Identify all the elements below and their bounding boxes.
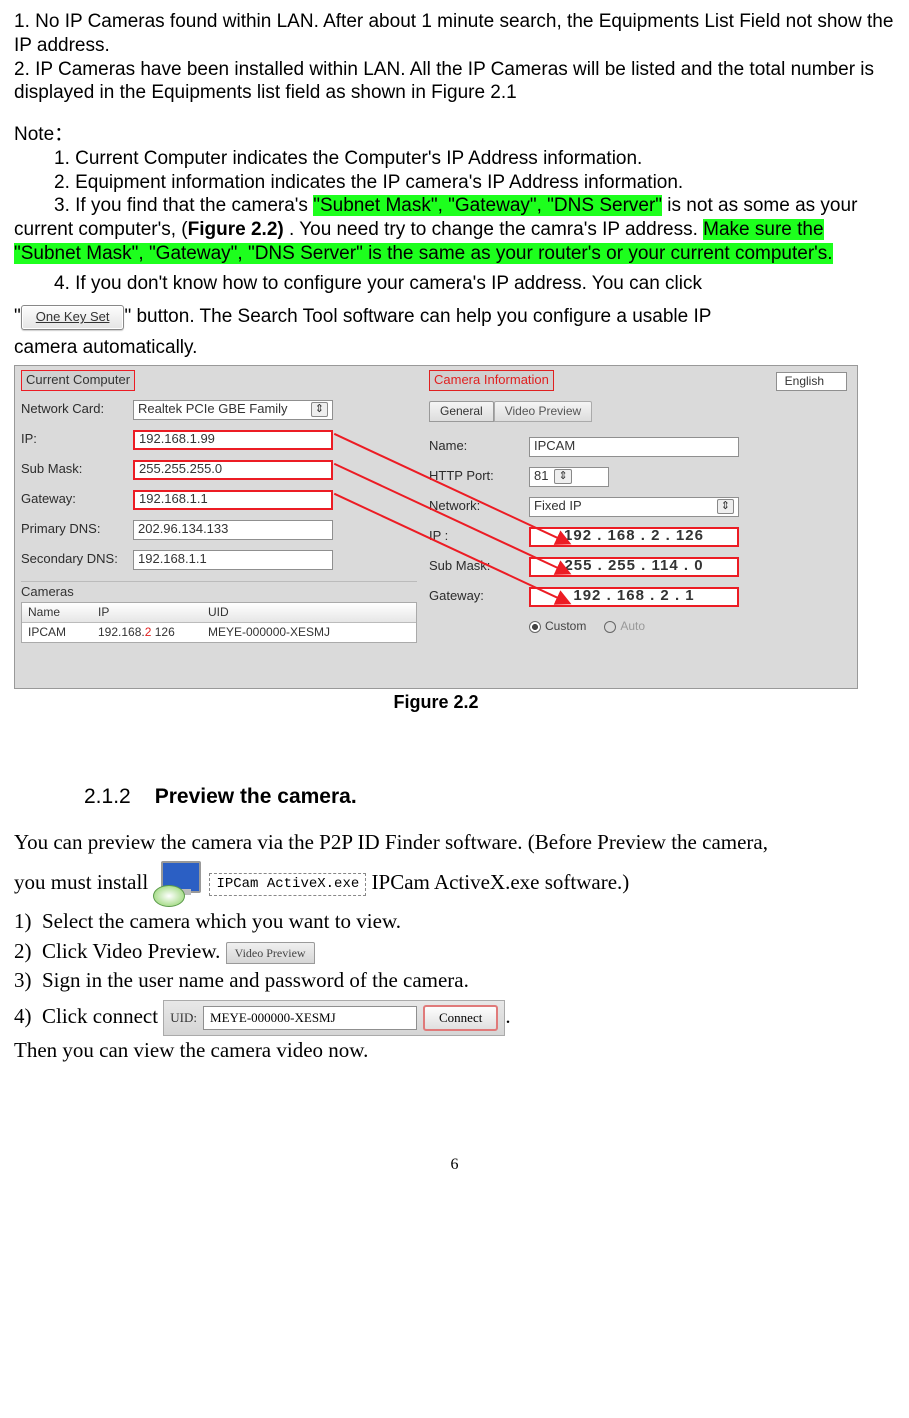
page-number: 6 — [14, 1155, 895, 1175]
col-ip: IP — [92, 603, 202, 622]
activex-installer[interactable]: IPCam ActiveX.exe — [153, 861, 366, 907]
note-4-line3: camera automatically. — [14, 336, 895, 360]
network-card-label: Network Card: — [21, 401, 133, 417]
row-name: IPCAM — [22, 623, 92, 642]
note-1: 1. Current Computer indicates the Comput… — [14, 147, 895, 171]
activex-filename: IPCam ActiveX.exe — [209, 873, 366, 897]
note-label: Note： — [14, 123, 895, 147]
radio-custom[interactable]: Custom — [529, 619, 586, 634]
figure-2-2: English Current Computer Network Card:Re… — [14, 365, 858, 714]
intro-p2: 2. IP Cameras have been installed within… — [14, 58, 895, 106]
row-uid: MEYE-000000-XESMJ — [202, 623, 416, 642]
current-ip-field[interactable]: 192.168.1.99 — [133, 430, 333, 450]
section-number: 2.1.2 — [84, 785, 131, 808]
preview-p1b: you must install IPCam ActiveX.exe IPCam… — [14, 861, 895, 907]
one-key-set-button[interactable]: One Key Set — [21, 305, 125, 329]
note-3-highlight-1: "Subnet Mask", "Gateway", "DNS Server" — [313, 195, 662, 216]
col-name: Name — [22, 603, 92, 622]
note-3-post: . You need try to change the camra's IP … — [284, 219, 703, 240]
current-gateway-field[interactable]: 192.168.1.1 — [133, 490, 333, 510]
table-row[interactable]: IPCAM 192.168.2 126 MEYE-000000-XESMJ — [22, 623, 416, 642]
current-computer-title: Current Computer — [21, 370, 135, 390]
connect-button[interactable]: Connect — [423, 1005, 498, 1031]
step-1: 1) Select the camera which you want to v… — [14, 907, 895, 936]
preview-last: Then you can view the camera video now. — [14, 1036, 895, 1065]
http-port-field[interactable]: 81 — [529, 467, 609, 487]
intro-p1: 1. No IP Cameras found within LAN. After… — [14, 10, 895, 58]
video-preview-tab-button[interactable]: Video Preview — [226, 942, 315, 965]
note-4-line1: 4. If you don't know how to configure yo… — [14, 272, 895, 296]
section-2-1-2-heading: 2.1.2 Preview the camera. — [84, 784, 895, 810]
step-3: 3) Sign in the user name and password of… — [14, 966, 895, 995]
note-3: 3. If you find that the camera's "Subnet… — [14, 194, 895, 265]
primary-dns-field[interactable]: 202.96.134.133 — [133, 520, 333, 540]
col-uid: UID — [202, 603, 416, 622]
cam-gateway-field[interactable]: 192 . 168 . 2 . 1 — [529, 587, 739, 607]
step-2: 2) Click Video Preview. Video Preview — [14, 937, 895, 966]
current-submask-field[interactable]: 255.255.255.0 — [133, 460, 333, 480]
gateway-label: Gateway: — [21, 491, 133, 507]
activex-icon — [153, 861, 203, 907]
ip-label: IP: — [21, 431, 133, 447]
cam-name-field[interactable]: IPCAM — [529, 437, 739, 457]
cam-name-label: Name: — [429, 438, 529, 454]
camera-info-title: Camera Information — [429, 370, 554, 390]
cam-submask-field[interactable]: 255 . 255 . 114 . 0 — [529, 557, 739, 577]
cam-submask-label: Sub Mask: — [429, 558, 529, 574]
note-3-figref: Figure 2.2) — [188, 219, 284, 240]
cam-ip-field[interactable]: 192 . 168 . 2 . 126 — [529, 527, 739, 547]
uid-label: UID: — [170, 1009, 197, 1027]
cam-gateway-label: Gateway: — [429, 588, 529, 604]
preview-p1a: You can preview the camera via the P2P I… — [14, 828, 895, 857]
preview-p1c: IPCam ActiveX.exe software.) — [372, 870, 630, 894]
cam-ip-label: IP : — [429, 528, 529, 544]
figure-2-2-caption: Figure 2.2 — [14, 691, 858, 714]
note-3-pre: 3. If you find that the camera's — [14, 195, 313, 216]
tab-video-preview[interactable]: Video Preview — [494, 401, 593, 422]
cameras-table: Name IP UID IPCAM 192.168.2 126 MEYE-000… — [21, 602, 417, 643]
note-4-post-a: " button. The Search Tool software can h… — [124, 306, 711, 327]
network-select[interactable]: Fixed IP — [529, 497, 739, 517]
network-label: Network: — [429, 498, 529, 514]
secondary-dns-field[interactable]: 192.168.1.1 — [133, 550, 333, 570]
tab-general[interactable]: General — [429, 401, 494, 422]
connect-panel: UID: MEYE-000000-XESMJ Connect — [163, 1000, 505, 1036]
uid-field[interactable]: MEYE-000000-XESMJ — [203, 1006, 417, 1030]
secondary-dns-label: Secondary DNS: — [21, 551, 133, 567]
section-title: Preview the camera. — [155, 785, 357, 808]
network-card-select[interactable]: Realtek PCIe GBE Family — [133, 400, 333, 420]
note-2: 2. Equipment information indicates the I… — [14, 171, 895, 195]
primary-dns-label: Primary DNS: — [21, 521, 133, 537]
radio-auto[interactable]: Auto — [604, 619, 645, 634]
submask-label: Sub Mask: — [21, 461, 133, 477]
row-ip: 192.168.2 126 — [92, 623, 202, 642]
cameras-section-label: Cameras — [21, 581, 417, 602]
http-port-label: HTTP Port: — [429, 468, 529, 484]
step-4: 4) Click connect UID: MEYE-000000-XESMJ … — [14, 1000, 895, 1036]
note-4-line2: "One Key Set" button. The Search Tool so… — [14, 305, 895, 329]
